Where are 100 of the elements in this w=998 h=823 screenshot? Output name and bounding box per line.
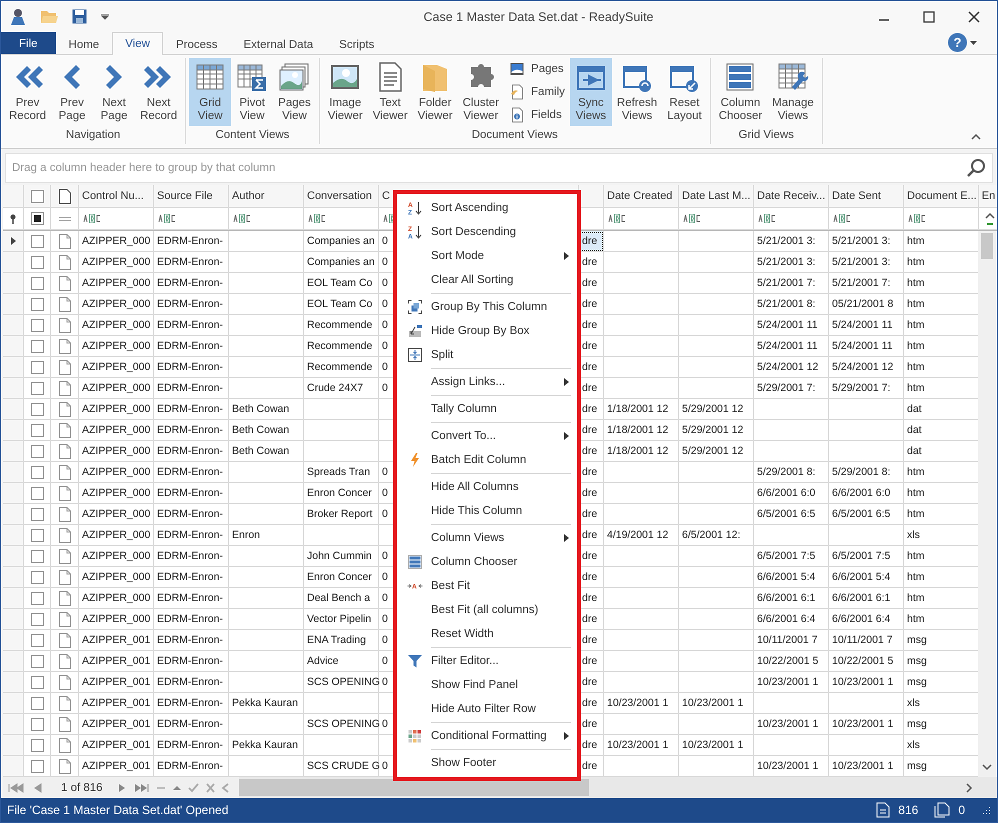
row-checkbox[interactable] <box>30 696 44 710</box>
row-checkbox[interactable] <box>30 676 44 688</box>
row-checkbox[interactable] <box>30 486 44 500</box>
row-checkbox[interactable] <box>30 256 44 268</box>
menu-item[interactable]: Split <box>397 343 577 367</box>
column-header[interactable]: Control Nu... <box>79 185 154 208</box>
column-header[interactable]: Source File <box>154 185 229 208</box>
row-checkbox[interactable] <box>30 424 44 436</box>
row-checkbox[interactable] <box>30 318 44 332</box>
ribbon-button[interactable]: Folder Viewer <box>412 58 458 126</box>
scroll-right-icon[interactable] <box>966 783 973 793</box>
row-checkbox[interactable] <box>30 654 44 668</box>
scroll-up-icon[interactable] <box>985 212 995 226</box>
ribbon-button[interactable]: Text Viewer <box>368 58 413 126</box>
filter-row-cell[interactable] <box>829 208 904 230</box>
column-header[interactable] <box>579 185 604 208</box>
filter-row-cell[interactable] <box>679 208 754 230</box>
ribbon-button[interactable]: Prev Record <box>4 58 52 126</box>
save-icon[interactable] <box>72 9 87 24</box>
column-header[interactable]: Author <box>229 185 304 208</box>
resize-grip-icon[interactable] <box>981 805 991 815</box>
ribbon-button[interactable]: Next Record <box>135 58 182 126</box>
table-cell: Vector Pipelin <box>304 609 379 630</box>
row-checkbox[interactable] <box>30 738 44 752</box>
row-checkbox[interactable] <box>30 402 44 416</box>
column-header[interactable]: En <box>979 185 997 208</box>
ribbon-button[interactable]: Pivot View <box>231 58 274 126</box>
dropdown-caret-icon[interactable] <box>970 41 977 45</box>
filter-row-cell[interactable] <box>904 208 979 230</box>
row-checkbox[interactable] <box>30 718 44 730</box>
maximize-icon[interactable] <box>923 10 936 22</box>
scrollbar-thumb[interactable] <box>981 233 993 259</box>
row-checkbox[interactable] <box>30 234 44 248</box>
ribbon-button[interactable]: Pages View <box>273 58 316 126</box>
column-header[interactable]: Date Created <box>604 185 679 208</box>
document-icon <box>58 380 70 396</box>
filter-row-cell[interactable] <box>579 208 604 230</box>
row-checkbox[interactable] <box>30 528 44 542</box>
scrollbar-thumb[interactable] <box>238 779 589 796</box>
row-checkbox[interactable] <box>30 382 44 394</box>
select-all-checkbox[interactable] <box>30 190 44 202</box>
row-checkbox[interactable] <box>30 550 44 562</box>
help-button[interactable]: ? <box>948 33 967 52</box>
collapse-caret-icon[interactable] <box>971 133 981 140</box>
column-header[interactable]: Date Receiv... <box>754 185 829 208</box>
row-indicator[interactable] <box>3 231 24 252</box>
column-header[interactable]: Date Sent <box>829 185 904 208</box>
ribbon-button[interactable]: Reset Layout <box>662 58 707 126</box>
filter-row-cell[interactable] <box>229 208 304 230</box>
row-checkbox[interactable] <box>30 298 44 310</box>
ribbon-button[interactable]: Manage Views <box>767 58 819 126</box>
row-checkbox[interactable] <box>30 634 44 646</box>
ribbon-tab[interactable]: Home <box>56 33 112 55</box>
app-logo-icon[interactable] <box>10 8 26 26</box>
ribbon-button[interactable]: Next Page <box>93 58 136 126</box>
menu-item[interactable]: Convert To... <box>397 424 577 448</box>
ribbon-button[interactable]: Grid View <box>189 58 232 126</box>
scroll-down-icon[interactable] <box>982 764 992 771</box>
filter-checkbox[interactable] <box>30 212 44 225</box>
row-checkbox[interactable] <box>30 612 44 626</box>
filter-row-cell[interactable] <box>304 208 379 230</box>
ribbon-tab[interactable]: File <box>1 32 56 54</box>
filter-row-cell[interactable] <box>79 208 154 230</box>
ribbon-button[interactable]: Sync Views <box>570 58 612 126</box>
column-header[interactable]: Date Last M... <box>679 185 754 208</box>
menu-item[interactable]: Filter Editor... <box>397 649 577 673</box>
dropdown-caret-icon[interactable] <box>101 14 109 20</box>
menu-item[interactable]: Batch Edit Column <box>397 448 577 472</box>
row-checkbox[interactable] <box>30 570 44 584</box>
folder-icon[interactable] <box>40 9 58 24</box>
close-icon[interactable] <box>968 10 980 22</box>
ribbon-button[interactable]: Prev Page <box>51 58 94 126</box>
ribbon-tab[interactable]: View <box>112 32 163 55</box>
ribbon-button[interactable]: Refresh Views <box>612 58 662 126</box>
column-header[interactable]: Conversation <box>304 185 379 208</box>
ribbon-button[interactable]: Pages <box>506 60 568 78</box>
ribbon-tab[interactable]: External Data <box>230 33 326 55</box>
menu-item[interactable]: Tally Column <box>397 397 577 421</box>
ribbon-tab[interactable]: Scripts <box>326 33 388 55</box>
row-checkbox[interactable] <box>30 466 44 478</box>
row-checkbox[interactable] <box>30 508 44 520</box>
column-header[interactable]: Document E... <box>904 185 979 208</box>
ribbon-tab[interactable]: Process <box>162 33 230 55</box>
filter-row-cell[interactable] <box>154 208 229 230</box>
ribbon-button[interactable]: Fields <box>506 106 568 124</box>
row-checkbox[interactable] <box>30 276 44 290</box>
vertical-scrollbar[interactable] <box>978 231 996 777</box>
row-checkbox[interactable] <box>30 360 44 374</box>
row-checkbox[interactable] <box>30 760 44 772</box>
ribbon-button[interactable]: Family <box>506 82 568 101</box>
ribbon-button[interactable]: Cluster Viewer <box>458 58 504 126</box>
row-checkbox[interactable] <box>30 592 44 604</box>
horizontal-scrollbar[interactable] <box>238 777 997 798</box>
row-checkbox[interactable] <box>30 340 44 352</box>
search-icon[interactable] <box>966 158 986 178</box>
filter-row-cell[interactable] <box>604 208 679 230</box>
ribbon-button[interactable]: Column Chooser <box>714 58 768 126</box>
ribbon-button[interactable]: Image Viewer <box>322 58 368 126</box>
filter-row-cell[interactable] <box>754 208 829 230</box>
row-checkbox[interactable] <box>30 444 44 458</box>
